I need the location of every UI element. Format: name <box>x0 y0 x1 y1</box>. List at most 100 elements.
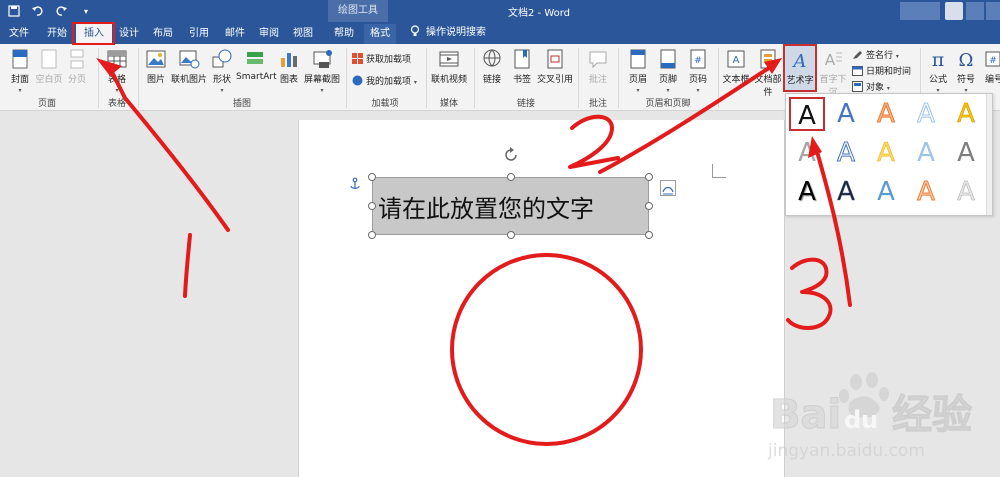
resize-handle-sw[interactable] <box>368 231 376 239</box>
comment-button[interactable]: 批注 <box>584 48 612 85</box>
shapes-icon <box>212 49 232 68</box>
textbox-button[interactable]: A 文本框 ▾ <box>722 48 750 95</box>
online-picture-button[interactable]: 联机图片 <box>170 48 208 85</box>
svg-text:Bai: Bai <box>770 392 841 438</box>
picture-button[interactable]: 图片 <box>142 48 170 85</box>
tab-format[interactable]: 格式 <box>364 24 396 44</box>
anchor-icon[interactable] <box>348 176 362 190</box>
tab-view[interactable]: 视图 <box>288 24 318 44</box>
customize-qat-icon[interactable]: ▾ <box>78 3 94 19</box>
screenshot-icon <box>313 50 332 68</box>
svg-text:A: A <box>733 55 740 66</box>
date-time-button[interactable]: 日期和时间 <box>852 64 911 77</box>
wordart-style-9[interactable]: A <box>908 136 944 170</box>
resize-handle-nw[interactable] <box>368 173 376 181</box>
wordart-style-14[interactable]: A <box>908 175 944 209</box>
comment-icon <box>589 51 607 69</box>
ribbon-options-button[interactable] <box>966 2 984 20</box>
group-links-label: 链接 <box>516 99 535 109</box>
wordart-style-3[interactable]: A <box>868 97 904 131</box>
smartart-button[interactable]: SmartArt <box>236 48 277 82</box>
store-icon <box>352 53 363 64</box>
signature-line-button[interactable]: 签名行 ▾ <box>852 48 899 61</box>
resize-handle-se[interactable] <box>645 231 653 239</box>
tab-references[interactable]: 引用 <box>184 24 214 44</box>
tab-review[interactable]: 审阅 <box>254 24 284 44</box>
resize-handle-n[interactable] <box>507 173 515 181</box>
avatar[interactable] <box>945 2 963 20</box>
wordart-style-7[interactable]: A <box>828 136 864 170</box>
tab-layout[interactable]: 布局 <box>148 24 178 44</box>
resize-handle-w[interactable] <box>368 202 376 210</box>
undo-icon[interactable] <box>30 3 46 19</box>
number-button[interactable]: # 编号 <box>982 48 1000 85</box>
user-name[interactable] <box>900 2 940 20</box>
wordart-style-5[interactable]: A <box>948 97 984 131</box>
save-icon[interactable] <box>6 3 22 19</box>
tab-mailings[interactable]: 邮件 <box>220 24 250 44</box>
wordart-style-8[interactable]: A <box>868 136 904 170</box>
footer-button[interactable]: 页脚 ▾ <box>654 48 682 95</box>
header-icon <box>630 49 646 69</box>
pen-icon <box>853 51 862 59</box>
svg-text:du: du <box>844 406 878 434</box>
textbox-icon: A <box>727 50 745 68</box>
globe-link-icon <box>483 49 501 67</box>
blank-page-icon <box>41 49 57 69</box>
wordart-button[interactable]: A 艺术字 <box>783 44 817 92</box>
get-addins-button[interactable]: 获取加载项 <box>352 52 411 65</box>
svg-text:经验: 经验 <box>892 392 972 438</box>
layout-options-button[interactable] <box>660 180 676 196</box>
online-video-button[interactable]: 联机视频 <box>430 48 468 85</box>
gallery-scrollbar[interactable] <box>986 94 992 215</box>
chart-button[interactable]: 图表 <box>276 48 302 85</box>
page-number-button[interactable]: # 页码 ▾ <box>684 48 712 95</box>
drop-cap-button[interactable]: A 首字下沉 <box>818 48 848 98</box>
online-picture-icon <box>179 50 200 69</box>
wordart-gallery: A A A A A A A A A A A A A A A <box>785 93 993 216</box>
tab-home[interactable]: 开始 <box>40 24 74 44</box>
wordart-style-1[interactable]: A <box>789 97 825 131</box>
rotate-handle-icon[interactable] <box>502 146 520 164</box>
cross-reference-button[interactable]: 交叉引用 <box>536 48 574 85</box>
redo-icon[interactable] <box>54 3 70 19</box>
quick-parts-button[interactable]: 文档部件 <box>752 48 784 98</box>
layout-options-icon <box>662 186 674 195</box>
link-button[interactable]: 链接 <box>478 48 506 85</box>
wordart-style-12[interactable]: A <box>828 175 864 209</box>
object-button[interactable]: 对象 ▾ <box>852 80 890 93</box>
bookmark-button[interactable]: 书签 <box>508 48 536 85</box>
my-addins-button[interactable]: 我的加载项 ▾ <box>352 74 417 87</box>
shapes-button[interactable]: 形状 ▾ <box>208 48 236 95</box>
symbol-button[interactable]: Ω 符号 ▾ <box>952 48 980 95</box>
circle-shape[interactable] <box>450 253 643 446</box>
tell-me-label: 操作说明搜索 <box>426 27 486 38</box>
page-break-button[interactable]: 分页 <box>64 48 90 85</box>
blank-page-button[interactable]: 空白页 <box>34 48 64 85</box>
tab-file[interactable]: 文件 <box>4 24 34 44</box>
tab-design[interactable]: 设计 <box>114 24 144 44</box>
table-button[interactable]: 表格 ▾ <box>104 48 130 95</box>
table-icon <box>107 50 127 68</box>
wordart-style-13[interactable]: A <box>868 175 904 209</box>
minimize-button[interactable] <box>986 2 1000 20</box>
wordart-style-11[interactable]: A <box>789 175 825 209</box>
header-button[interactable]: 页眉 ▾ <box>624 48 652 95</box>
equation-button[interactable]: π 公式 ▾ <box>924 48 952 95</box>
wordart-style-4[interactable]: A <box>908 97 944 131</box>
page-break-icon <box>70 49 84 69</box>
wordart-style-6[interactable]: A <box>789 136 825 170</box>
resize-handle-e[interactable] <box>645 202 653 210</box>
wordart-style-15[interactable]: A <box>948 175 984 209</box>
tab-insert[interactable]: 插入 <box>76 24 112 44</box>
tell-me-search[interactable]: 操作说明搜索 <box>410 24 486 42</box>
wordart-style-2[interactable]: A <box>828 97 864 131</box>
tab-help[interactable]: 帮助 <box>326 24 362 44</box>
cover-page-button[interactable]: 封面 ▾ <box>6 48 34 95</box>
wordart-style-10[interactable]: A <box>948 136 984 170</box>
screenshot-button[interactable]: 屏幕截图 ▾ <box>302 48 342 95</box>
resize-handle-ne[interactable] <box>645 173 653 181</box>
margin-mark <box>712 164 726 178</box>
group-addins-label: 加载项 <box>371 99 399 109</box>
resize-handle-s[interactable] <box>507 231 515 239</box>
